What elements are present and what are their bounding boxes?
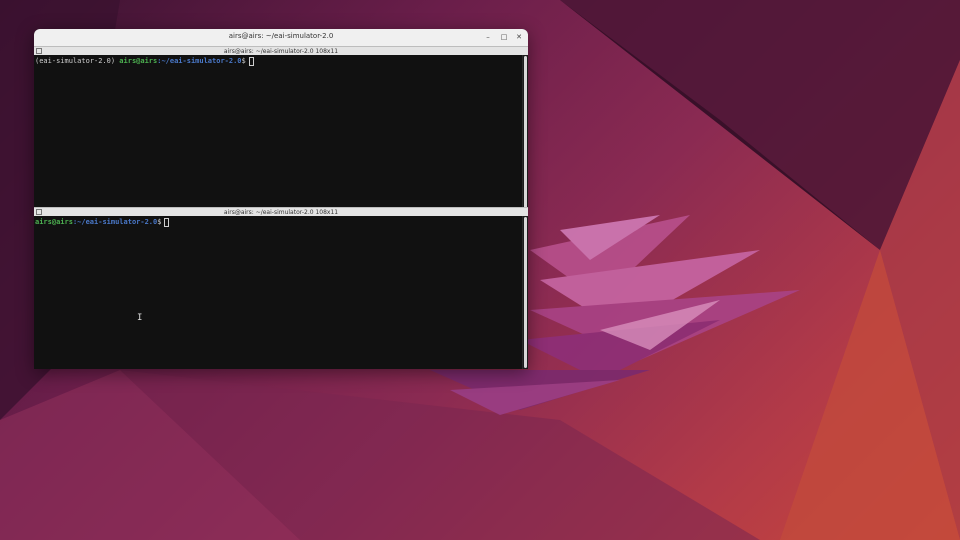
venv-label: (eai-simulator-2.0) bbox=[35, 57, 120, 65]
text-cursor bbox=[248, 57, 254, 66]
mouse-ibeam-cursor: I bbox=[137, 313, 143, 323]
terminal-output[interactable]: airs@airs:~/eai-simulator-2.0$ I bbox=[34, 216, 522, 369]
scrollbar[interactable] bbox=[522, 216, 528, 369]
window-titlebar[interactable]: airs@airs: ~/eai-simulator-2.0 – □ ✕ bbox=[34, 29, 528, 47]
scrollbar-thumb[interactable] bbox=[524, 217, 527, 368]
maximize-button[interactable]: □ bbox=[498, 31, 510, 43]
terminal-window[interactable]: airs@airs: ~/eai-simulator-2.0 – □ ✕ air… bbox=[34, 29, 528, 369]
prompt-path: :~/eai-simulator-2.0 bbox=[157, 57, 242, 65]
scrollbar-thumb[interactable] bbox=[524, 56, 527, 219]
terminal-pane-top[interactable]: airs@airs: ~/eai-simulator-2.0 108x11 (e… bbox=[34, 46, 528, 220]
window-title: airs@airs: ~/eai-simulator-2.0 bbox=[228, 32, 334, 40]
prompt-line: (eai-simulator-2.0) airs@airs:~/eai-simu… bbox=[35, 57, 254, 66]
terminal-output[interactable]: (eai-simulator-2.0) airs@airs:~/eai-simu… bbox=[34, 55, 522, 220]
text-cursor bbox=[164, 218, 170, 227]
scrollbar[interactable] bbox=[522, 55, 528, 220]
prompt-userhost: airs@airs bbox=[35, 218, 73, 226]
terminal-pane-bottom[interactable]: airs@airs: ~/eai-simulator-2.0 108x11 ai… bbox=[34, 207, 528, 369]
prompt-symbol: $ bbox=[241, 57, 246, 65]
minimize-button[interactable]: – bbox=[482, 31, 494, 43]
prompt-path: :~/eai-simulator-2.0 bbox=[72, 218, 158, 226]
prompt-line: airs@airs:~/eai-simulator-2.0$ bbox=[35, 218, 170, 227]
prompt-userhost: airs@airs bbox=[119, 57, 158, 65]
close-button[interactable]: ✕ bbox=[513, 31, 525, 43]
prompt-symbol: $ bbox=[157, 218, 162, 226]
